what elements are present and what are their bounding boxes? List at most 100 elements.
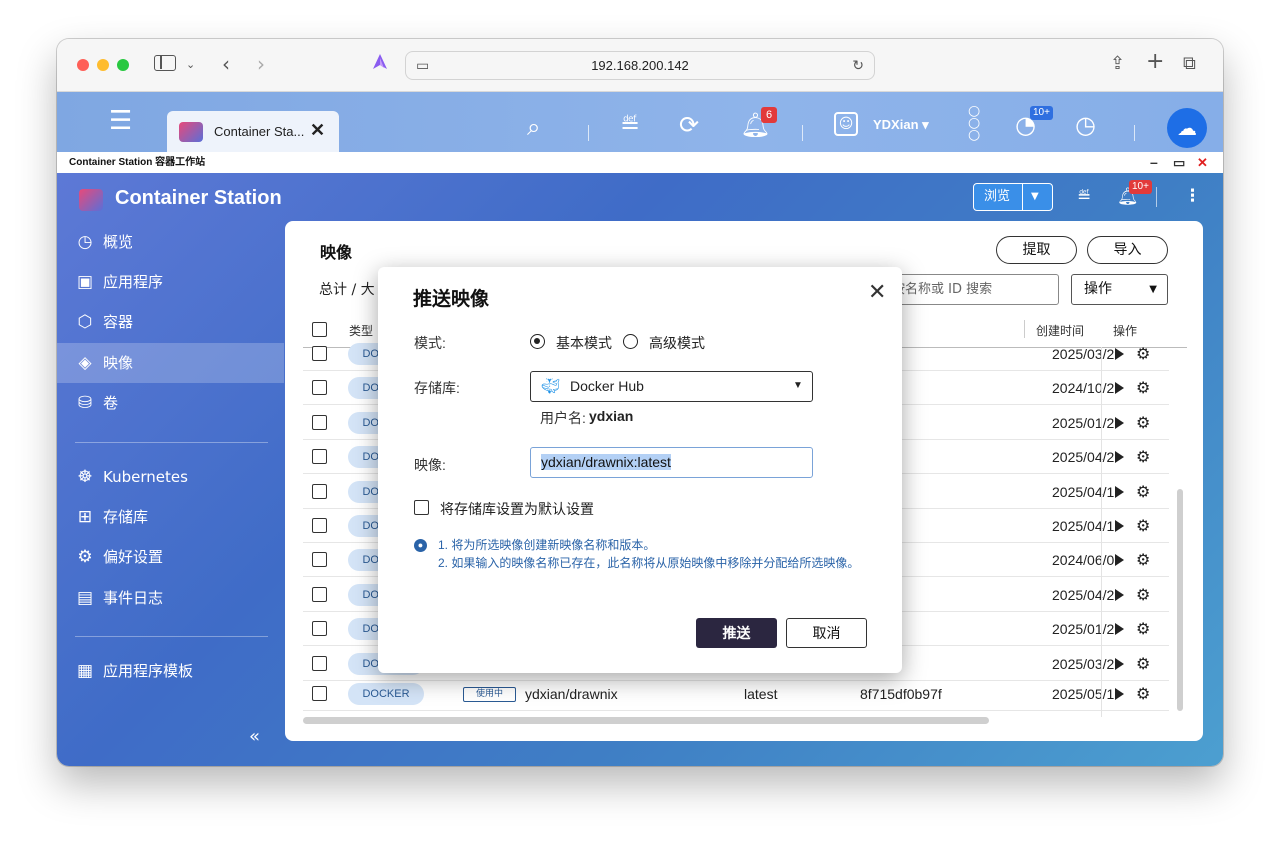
- nav-item-repository[interactable]: ⊞ 存储库: [57, 497, 284, 537]
- close-window-button[interactable]: [77, 59, 89, 71]
- window-title-bar: Container Station 容器工作站 – ▭ ✕: [57, 152, 1223, 173]
- dialog-title: 推送映像: [413, 289, 490, 310]
- nav-item-overview[interactable]: ◷ 概览: [57, 222, 284, 262]
- address-bar[interactable]: ▭ 192.168.200.142 ↻: [405, 51, 875, 80]
- zoom-window-button[interactable]: [117, 59, 129, 71]
- resource-monitor-icon[interactable]: ◷: [1075, 112, 1096, 138]
- close-app-icon[interactable]: ✕: [1197, 152, 1208, 173]
- info-icon: ●: [414, 539, 427, 552]
- nav-item-applications[interactable]: ▣ 应用程序: [57, 262, 284, 302]
- vertical-scrollbar[interactable]: [1177, 489, 1183, 711]
- row-checkbox[interactable]: [312, 655, 327, 671]
- run-icon[interactable]: [1115, 451, 1124, 464]
- run-icon[interactable]: [1115, 485, 1124, 498]
- row-checkbox[interactable]: [312, 380, 327, 396]
- minimize-app-icon[interactable]: –: [1150, 152, 1158, 173]
- run-icon[interactable]: [1115, 588, 1124, 601]
- run-icon[interactable]: [1115, 348, 1124, 360]
- run-icon[interactable]: [1115, 623, 1124, 636]
- run-icon[interactable]: [1115, 688, 1124, 700]
- row-checkbox[interactable]: [312, 414, 327, 430]
- settings-gear-icon[interactable]: ⚙: [1136, 376, 1150, 400]
- tabs-overview-icon[interactable]: ⧉: [1183, 54, 1196, 74]
- minimize-window-button[interactable]: [97, 59, 109, 71]
- select-all-checkbox[interactable]: [312, 322, 327, 337]
- created-time: 2025/04/2: [1052, 449, 1115, 466]
- mode-basic-radio[interactable]: [530, 334, 545, 349]
- row-checkbox[interactable]: [312, 483, 327, 499]
- collapse-sidebar-icon[interactable]: «: [249, 726, 260, 747]
- sidebar-toggle-icon[interactable]: [154, 55, 176, 71]
- table-row[interactable]: DOCKER 使用中 ydxian/drawnix latest 8f715df…: [303, 677, 1169, 711]
- kubernetes-icon: ☸: [77, 467, 93, 487]
- row-checkbox[interactable]: [312, 586, 327, 602]
- extension-icon[interactable]: [371, 53, 389, 78]
- nav-item-images[interactable]: ◈ 映像: [57, 343, 284, 383]
- settings-gear-icon[interactable]: ⚙: [1136, 445, 1150, 469]
- row-checkbox[interactable]: [312, 346, 327, 361]
- reload-icon[interactable]: ↻: [852, 52, 864, 79]
- user-menu[interactable]: YDXian ▾: [873, 117, 929, 133]
- default-repository-label[interactable]: 将存储库设置为默认设置: [440, 499, 594, 519]
- import-button[interactable]: 导入: [1087, 236, 1168, 264]
- operations-select[interactable]: 操作 ▼: [1071, 274, 1168, 305]
- repository-select[interactable]: 🐳︎ Docker Hub ▼: [530, 371, 813, 402]
- pull-button[interactable]: 提取: [996, 236, 1077, 264]
- cancel-button[interactable]: 取消: [786, 618, 867, 648]
- run-icon[interactable]: [1115, 554, 1124, 567]
- more-options-icon[interactable]: ○ ○ ○: [968, 104, 980, 142]
- row-checkbox[interactable]: [312, 518, 327, 533]
- close-tab-icon[interactable]: ✕: [310, 120, 325, 141]
- run-icon[interactable]: [1115, 657, 1124, 670]
- app-tab-title: Container Sta...: [214, 124, 305, 139]
- settings-gear-icon[interactable]: ⚙: [1136, 682, 1150, 706]
- sync-icon[interactable]: ⟳: [679, 112, 699, 138]
- image-name-input[interactable]: ydxian/drawnix:latest: [530, 447, 813, 478]
- settings-gear-icon[interactable]: ⚙: [1136, 548, 1150, 572]
- nav-item-preferences[interactable]: ⚙ 偏好设置: [57, 537, 284, 577]
- run-icon[interactable]: [1115, 416, 1124, 429]
- mode-basic-label[interactable]: 基本模式: [556, 333, 612, 353]
- nav-item-containers[interactable]: ⬡ 容器: [57, 302, 284, 342]
- back-icon[interactable]: ‹: [222, 54, 230, 74]
- cloud-icon[interactable]: ☁: [1167, 108, 1207, 148]
- row-checkbox[interactable]: [312, 449, 327, 465]
- search-input[interactable]: 按名称或 ID 搜索: [883, 274, 1059, 305]
- default-repository-checkbox[interactable]: [414, 500, 429, 515]
- settings-gear-icon[interactable]: ⚙: [1136, 652, 1150, 676]
- search-icon[interactable]: ⌕: [527, 114, 540, 140]
- created-time: 2025/03/2: [1052, 655, 1115, 672]
- mode-advanced-label[interactable]: 高级模式: [649, 333, 705, 353]
- row-checkbox[interactable]: [312, 686, 327, 701]
- horizontal-scrollbar[interactable]: [303, 717, 989, 724]
- main-menu-icon[interactable]: ☰: [109, 108, 132, 134]
- settings-gear-icon[interactable]: ⚙: [1136, 480, 1150, 504]
- row-checkbox[interactable]: [312, 552, 327, 568]
- share-icon[interactable]: ⇪: [1110, 54, 1125, 74]
- mode-advanced-radio[interactable]: [623, 334, 638, 349]
- run-icon[interactable]: [1115, 382, 1124, 395]
- push-button[interactable]: 推送: [696, 618, 777, 648]
- settings-gear-icon[interactable]: ⚙: [1136, 583, 1150, 607]
- settings-gear-icon[interactable]: ⚙: [1136, 617, 1150, 641]
- user-avatar-icon[interactable]: ☺: [834, 112, 858, 136]
- nav-item-app-templates[interactable]: ▦ 应用程序模板: [57, 651, 284, 691]
- settings-gear-icon[interactable]: ⚙: [1136, 514, 1150, 538]
- row-checkbox[interactable]: [312, 621, 327, 637]
- background-tasks-icon[interactable]: ≝: [620, 112, 640, 138]
- chevron-down-icon[interactable]: ⌄: [186, 55, 195, 75]
- tasks-icon[interactable]: ≝: [1077, 187, 1091, 207]
- close-icon[interactable]: ✕: [868, 279, 886, 305]
- maximize-app-icon[interactable]: ▭: [1173, 152, 1185, 173]
- nav-item-volumes[interactable]: ⛁ 卷: [57, 383, 284, 423]
- settings-gear-icon[interactable]: ⚙: [1136, 411, 1150, 435]
- nav-item-event-log[interactable]: ▤ 事件日志: [57, 578, 284, 618]
- nav-item-kubernetes[interactable]: ☸ Kubernetes: [57, 457, 284, 497]
- browse-dropdown[interactable]: 浏览 ▼: [973, 183, 1053, 211]
- app-tab[interactable]: Container Sta... ✕: [167, 111, 339, 153]
- new-tab-icon[interactable]: +: [1146, 51, 1164, 73]
- forward-icon[interactable]: ›: [257, 54, 265, 74]
- app-more-icon[interactable]: ⋮: [1184, 186, 1201, 206]
- run-icon[interactable]: [1115, 520, 1124, 532]
- settings-gear-icon[interactable]: ⚙: [1136, 342, 1150, 366]
